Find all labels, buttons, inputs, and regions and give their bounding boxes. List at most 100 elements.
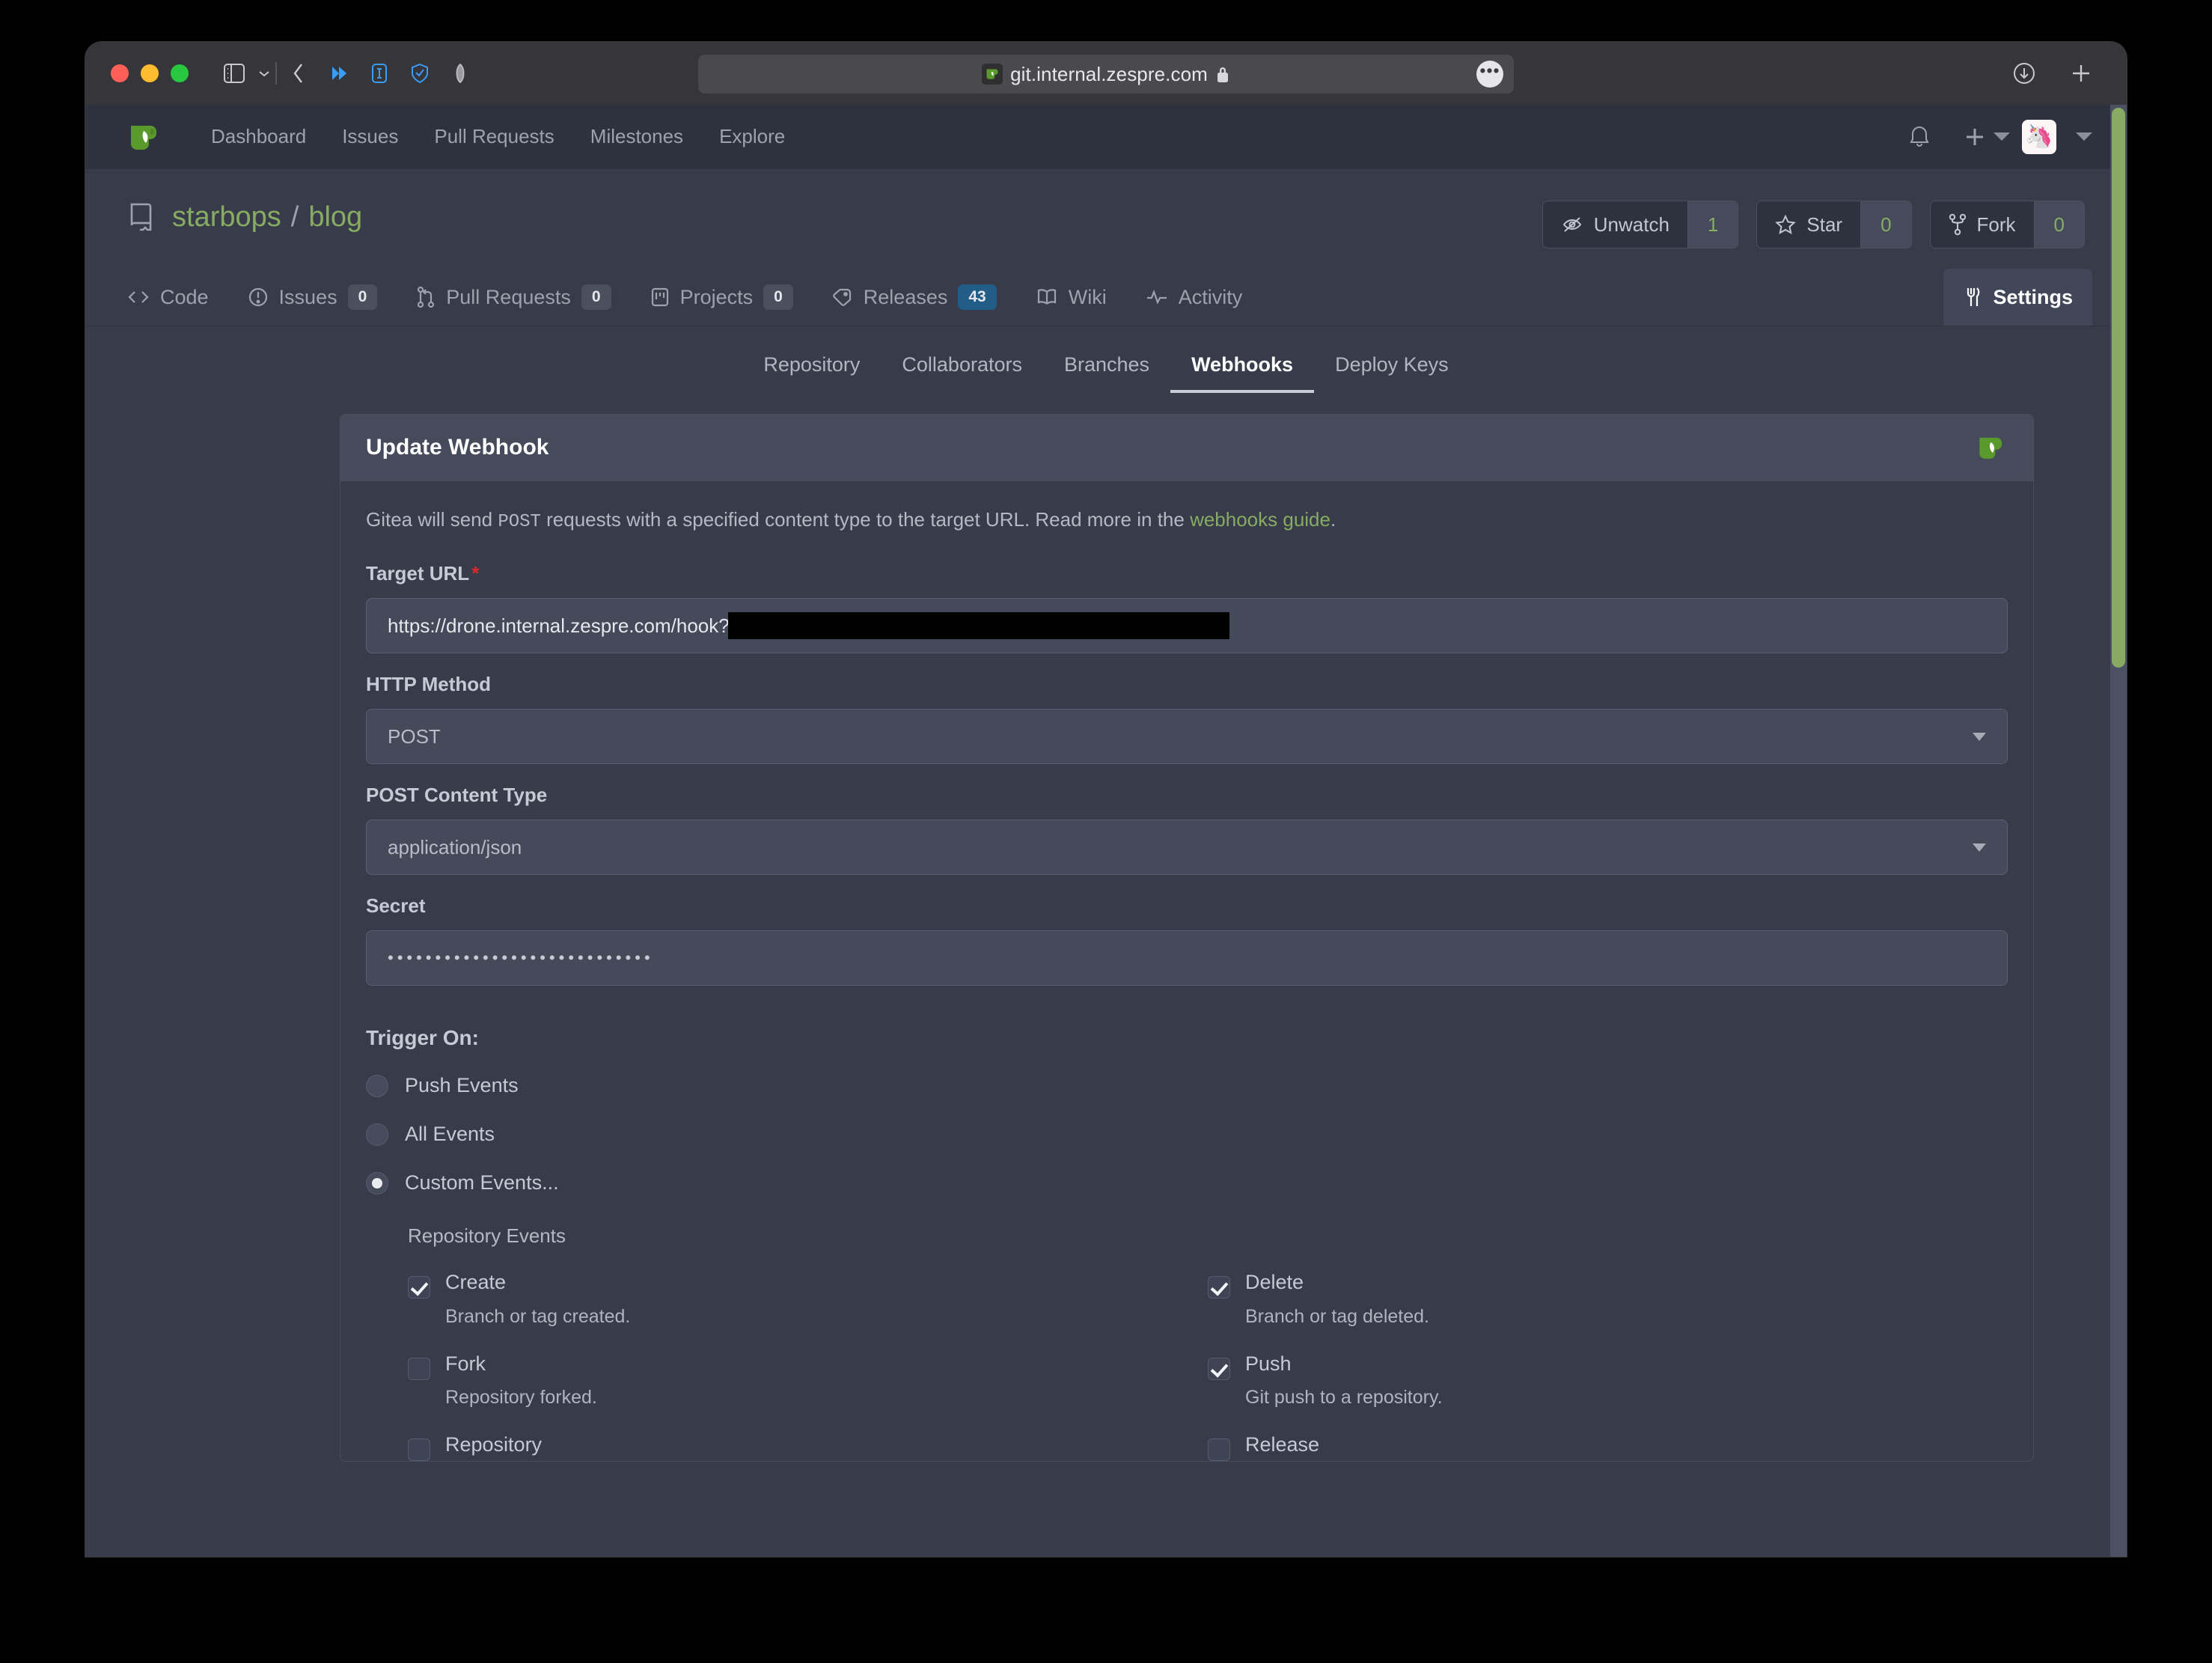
back-icon[interactable] — [278, 53, 319, 94]
checkbox-release[interactable]: Release — [1208, 1434, 2008, 1461]
sidebar-chevron-down-icon[interactable] — [254, 53, 274, 94]
checkbox-push-desc: Git push to a repository. — [1245, 1387, 1443, 1409]
new-tab-icon[interactable] — [2061, 53, 2101, 94]
plus-icon[interactable] — [1947, 126, 1989, 148]
checkbox-delete-control[interactable] — [1208, 1276, 1230, 1299]
tab-webhooks[interactable]: Webhooks — [1170, 353, 1314, 393]
chevron-down-icon — [1973, 733, 1986, 741]
privacy-icon[interactable] — [440, 53, 480, 94]
watch-count: 1 — [1687, 201, 1738, 248]
update-webhook-card: Update Webhook Gitea will send POST requ… — [340, 414, 2034, 1462]
repo-tab-code-label: Code — [160, 286, 209, 309]
repo-tab-releases[interactable]: Releases 43 — [813, 269, 1016, 326]
plus-chevron-down-icon[interactable] — [1993, 132, 2010, 141]
radio-custom-events-control[interactable] — [366, 1172, 388, 1194]
repo-tab-pull-requests[interactable]: Pull Requests 0 — [397, 269, 630, 326]
avatar[interactable]: 🦄 — [2022, 120, 2056, 154]
checkbox-create[interactable]: Create Branch or tag created. — [408, 1272, 1208, 1328]
nav-item-pull-requests[interactable]: Pull Requests — [416, 125, 572, 148]
pulse-icon — [1146, 289, 1168, 305]
page-scrollbar[interactable] — [2110, 105, 2127, 1557]
checkbox-push-control[interactable] — [1208, 1358, 1230, 1380]
site-favicon — [982, 64, 1003, 85]
tab-repository[interactable]: Repository — [742, 353, 881, 393]
repo-tab-projects-label: Projects — [680, 286, 754, 309]
downloads-icon[interactable] — [2004, 53, 2044, 94]
http-method-select[interactable]: POST — [366, 709, 2008, 764]
issue-opened-icon — [248, 287, 269, 308]
tab-collaborators[interactable]: Collaborators — [881, 353, 1043, 393]
checkbox-release-control[interactable] — [1208, 1438, 1230, 1461]
close-window-button[interactable] — [111, 64, 129, 82]
nav-item-milestones[interactable]: Milestones — [572, 125, 701, 148]
url-more-button[interactable]: ••• — [1476, 61, 1503, 88]
repo-tab-issues[interactable]: Issues 0 — [228, 269, 397, 326]
bell-icon[interactable] — [1892, 124, 1947, 150]
eye-slash-icon — [1561, 215, 1583, 234]
star-button-group: Star 0 — [1756, 201, 1911, 248]
repo-tab-projects[interactable]: Projects 0 — [631, 269, 813, 326]
gitea-logo[interactable] — [127, 119, 163, 155]
minimize-window-button[interactable] — [141, 64, 159, 82]
page-scrollbar-thumb[interactable] — [2112, 108, 2125, 668]
radio-custom-events-label: Custom Events... — [405, 1171, 559, 1194]
repo-tab-releases-label: Releases — [864, 286, 948, 309]
card-title: Update Webhook — [366, 435, 549, 460]
sidebar-icon[interactable] — [214, 53, 254, 94]
repo-tab-settings[interactable]: Settings — [1943, 269, 2092, 326]
description-pre: Gitea will send — [366, 508, 498, 531]
repo-tab-releases-badge: 43 — [958, 284, 996, 310]
repo-name[interactable]: blog — [308, 201, 362, 234]
tab-branches[interactable]: Branches — [1043, 353, 1170, 393]
checkbox-release-label: Release — [1245, 1433, 1319, 1456]
checkbox-create-control[interactable] — [408, 1276, 430, 1299]
checkbox-push[interactable]: Push Git push to a repository. — [1208, 1353, 2008, 1409]
checkbox-delete[interactable]: Delete Branch or tag deleted. — [1208, 1272, 2008, 1328]
radio-custom-events[interactable]: Custom Events... — [366, 1171, 2008, 1194]
target-url-input[interactable]: https://drone.internal.zespre.com/hook? — [366, 598, 2008, 653]
url-bar[interactable]: git.internal.zespre.com ••• — [698, 55, 1514, 94]
fork-button[interactable]: Fork — [1931, 201, 2034, 248]
avatar-chevron-down-icon[interactable] — [2076, 132, 2092, 141]
secret-field: Secret •••••••••••••••••••••••••••• — [366, 894, 2008, 986]
checkbox-fork-control[interactable] — [408, 1358, 430, 1380]
settings-sub-tabs: Repository Collaborators Branches Webhoo… — [85, 326, 2127, 393]
content-type-value: application/json — [388, 836, 522, 859]
radio-all-events[interactable]: All Events — [366, 1123, 2008, 1146]
repository-events-title: Repository Events — [408, 1224, 2008, 1248]
nav-item-issues[interactable]: Issues — [324, 125, 416, 148]
checkbox-repository[interactable]: Repository — [408, 1434, 1208, 1461]
fork-button-group: Fork 0 — [1930, 201, 2085, 248]
repository-events-section: Repository Events Create Branch or tag c… — [366, 1224, 2008, 1461]
checkbox-repository-control[interactable] — [408, 1438, 430, 1461]
gitea-top-nav: Dashboard Issues Pull Requests Milestone… — [85, 105, 2127, 169]
webhooks-guide-link[interactable]: webhooks guide — [1190, 508, 1330, 531]
content-type-select[interactable]: application/json — [366, 820, 2008, 875]
repo-owner[interactable]: starbops — [172, 201, 281, 234]
nav-item-explore[interactable]: Explore — [701, 125, 803, 148]
star-button[interactable]: Star — [1757, 201, 1860, 248]
gitea-page: Dashboard Issues Pull Requests Milestone… — [85, 105, 2127, 1557]
repo-tab-activity[interactable]: Activity — [1126, 269, 1262, 326]
secret-input[interactable]: •••••••••••••••••••••••••••• — [366, 930, 2008, 986]
nav-item-dashboard[interactable]: Dashboard — [193, 125, 324, 148]
description-method: POST — [498, 512, 541, 532]
repo-tab-code[interactable]: Code — [127, 269, 228, 326]
checkbox-fork[interactable]: Fork Repository forked. — [408, 1353, 1208, 1409]
code-icon — [127, 289, 150, 305]
maximize-window-button[interactable] — [171, 64, 189, 82]
radio-all-events-control[interactable] — [366, 1123, 388, 1146]
tab-deploy-keys[interactable]: Deploy Keys — [1314, 353, 1470, 393]
reader-icon[interactable] — [359, 53, 400, 94]
radio-push-events[interactable]: Push Events — [366, 1074, 2008, 1097]
radio-push-events-control[interactable] — [366, 1075, 388, 1097]
repo-tab-wiki[interactable]: Wiki — [1016, 269, 1126, 326]
shield-icon[interactable] — [400, 53, 440, 94]
book-icon — [1036, 287, 1058, 307]
repo-actions: Unwatch 1 Star 0 — [1542, 201, 2085, 248]
radio-all-events-label: All Events — [405, 1123, 495, 1146]
unwatch-button[interactable]: Unwatch — [1543, 201, 1687, 248]
forward-icon[interactable] — [319, 53, 359, 94]
unwatch-label: Unwatch — [1594, 213, 1669, 237]
star-count: 0 — [1860, 201, 1910, 248]
